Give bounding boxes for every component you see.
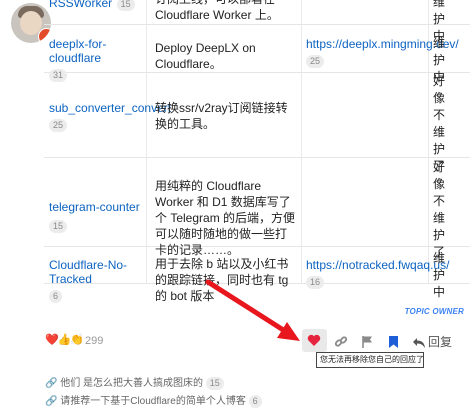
click-count: 25 xyxy=(306,55,325,68)
repo-link[interactable]: RSSWorker xyxy=(49,0,112,10)
table-row: Cloudflare-No-Tracked 6 xyxy=(49,258,144,304)
repo-description: 订阅上线，可以部署在 Cloudflare Worker 上。 xyxy=(155,0,279,22)
repo-url-cell: https://deeplx.mingming.dev/ 25 xyxy=(306,37,459,69)
avatar[interactable] xyxy=(11,3,51,43)
link-icon[interactable] xyxy=(332,333,350,351)
repo-description: Deploy DeepLX on Cloudflare。 xyxy=(155,41,256,71)
link-icon: 🔗 xyxy=(45,396,58,407)
reply-icon[interactable] xyxy=(410,333,428,351)
repo-description: 用于去除 b 站以及小红书的跟踪链接，同时也有 tg 的 bot 版本 xyxy=(155,257,289,303)
table-row: RSSWorker 15 xyxy=(49,0,135,12)
table-row: telegram-counter 15 xyxy=(49,198,144,234)
linked-topic-item[interactable]: 🔗 请推荐一下基于Cloudflare的简单个人博客 6 xyxy=(45,392,262,408)
heart-icon[interactable] xyxy=(305,331,323,349)
reactions-count: 299 xyxy=(85,335,104,347)
click-count: 16 xyxy=(306,276,325,289)
repo-status: 好像不维护了 xyxy=(433,160,446,259)
repo-status: 维护中 xyxy=(433,251,446,299)
reactions-emoji[interactable]: ❤️👍👏 xyxy=(45,333,84,346)
click-count: 6 xyxy=(49,290,63,303)
linked-topic-title[interactable]: 请推荐一下基于Cloudflare的简单个人博客 xyxy=(60,396,246,407)
click-count: 6 xyxy=(248,395,262,408)
repo-description: 用纯粹的 Cloudflare Worker 和 D1 数据库写了个 Teleg… xyxy=(155,179,296,257)
click-count: 31 xyxy=(49,69,68,82)
click-count: 25 xyxy=(49,119,68,132)
flag-icon[interactable] xyxy=(358,333,376,351)
repo-link[interactable]: deeplx-for-cloudflare xyxy=(49,37,144,65)
table-row: sub_converter_convert 25 xyxy=(49,101,171,133)
repo-link[interactable]: sub_converter_convert xyxy=(49,101,171,115)
click-count: 15 xyxy=(116,0,135,11)
linked-topic-title[interactable]: 他们 是怎么把大善人搞成图床的 xyxy=(60,378,203,389)
repo-url-link[interactable]: https://deeplx.mingming.dev/ xyxy=(306,37,459,51)
click-count: 15 xyxy=(205,377,224,390)
repo-url-cell: https://notracked.fwqaq.us/ 16 xyxy=(306,258,449,290)
repo-link[interactable]: telegram-counter xyxy=(49,200,140,214)
link-icon: 🔗 xyxy=(45,378,58,389)
repo-link[interactable]: Cloudflare-No-Tracked xyxy=(49,258,144,286)
topic-owner-label: TOPIC OWNER xyxy=(404,307,464,316)
linked-topic-item[interactable]: 🔗 他们 是怎么把大善人搞成图床的 15 xyxy=(45,374,224,390)
reply-button[interactable]: 回复 xyxy=(428,333,452,350)
click-count: 15 xyxy=(49,220,68,233)
bookmark-icon[interactable] xyxy=(384,333,402,351)
repo-description: 转换ssr/v2ray订阅链接转换的工具。 xyxy=(155,101,288,131)
repo-url-link[interactable]: https://notracked.fwqaq.us/ xyxy=(306,258,449,272)
tooltip: 您无法再移除您自己的回应了 xyxy=(316,352,424,368)
table-row: deeplx-for-cloudflare 31 xyxy=(49,37,144,83)
